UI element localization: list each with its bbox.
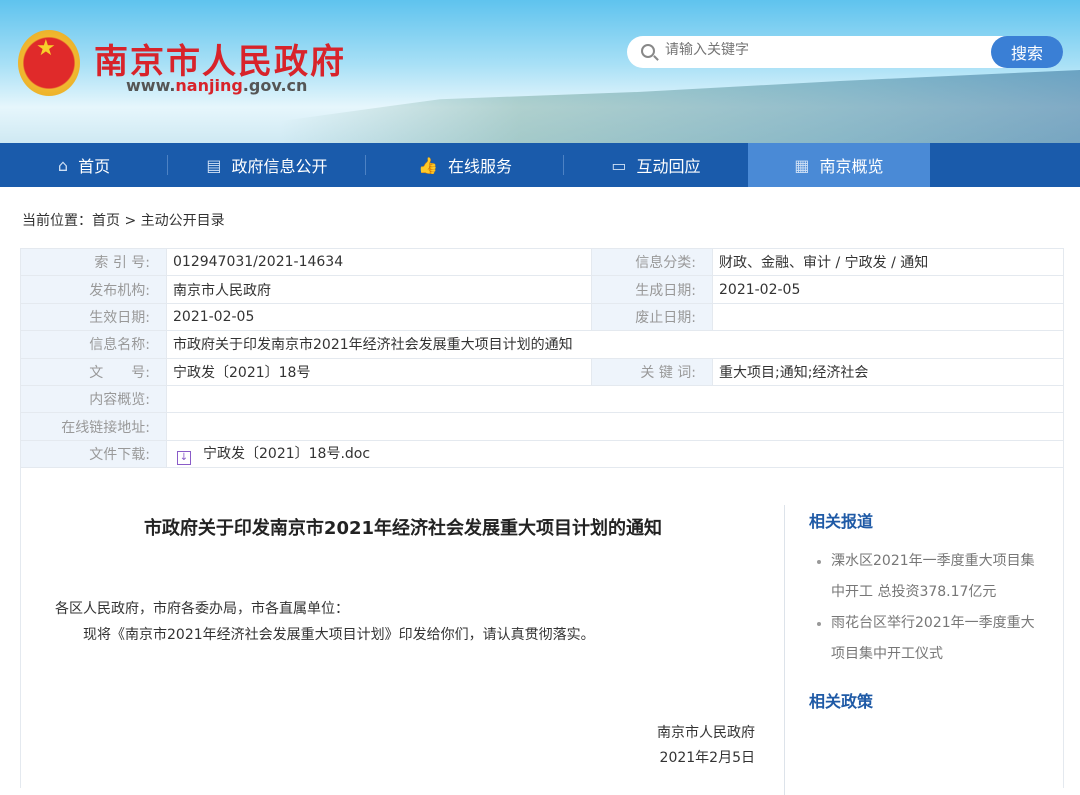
search-icon — [641, 44, 655, 58]
nav-gov-info[interactable]: ▤ 政府信息公开 — [168, 143, 366, 187]
keywords-value: 重大项目;通知;经济社会 — [712, 357, 1064, 386]
document-icon: ▤ — [206, 155, 222, 175]
city-skyline-banner — [280, 70, 1080, 143]
category-value: 财政、金融、审计 / 宁政发 / 通知 — [712, 247, 1064, 277]
search-button[interactable]: 搜索 — [991, 36, 1063, 68]
breadcrumb-current[interactable]: 主动公开目录 — [141, 213, 225, 229]
article-body: 现将《南京市2021年经济社会发展重大项目计划》印发给你们，请认真贯彻落实。 — [83, 627, 595, 643]
nav-label: 在线服务 — [447, 157, 512, 176]
breadcrumb-home[interactable]: 首页 — [92, 213, 120, 229]
index-label: 索 引 号: — [20, 247, 167, 277]
keywords-label: 关 键 词: — [591, 357, 713, 386]
nav-label: 南京概览 — [819, 157, 884, 176]
name-label: 信息名称: — [20, 330, 167, 359]
nav-interaction[interactable]: ▭ 互动回应 — [564, 143, 748, 187]
list-item[interactable]: 雨花台区举行2021年一季度重大项目集中开工仪式 — [809, 608, 1039, 670]
index-value: 012947031/2021-14634 — [166, 247, 592, 277]
article-title: 市政府关于印发南京市2021年经济社会发展重大项目计划的通知 — [143, 518, 663, 539]
table-row: 发布机构: 南京市人民政府 生成日期: 2021-02-05 — [20, 275, 1064, 304]
nav-label: 互动回应 — [636, 157, 701, 176]
metadata-table: 索 引 号: 012947031/2021-14634 信息分类: 财政、金融、审计 … — [20, 247, 1064, 469]
breadcrumb-separator: > — [124, 213, 137, 229]
url-mid: nanjing — [175, 76, 243, 95]
created-label: 生成日期: — [591, 275, 713, 304]
nav-label: 政府信息公开 — [231, 157, 328, 176]
nav-label: 首页 — [78, 157, 111, 176]
docno-value: 宁政发〔2021〕18号 — [166, 357, 592, 386]
national-emblem-logo: ★ — [18, 30, 80, 96]
name-value: 市政府关于印发南京市2021年经济社会发展重大项目计划的通知 — [166, 330, 1064, 359]
site-url: www.nanjing.gov.cn — [126, 76, 307, 95]
breadcrumb: 当前位置：首页 > 主动公开目录 — [22, 210, 225, 230]
nav-nanjing-overview[interactable]: ▦ 南京概览 — [748, 143, 930, 187]
main-nav: ⌂ 首页 ▤ 政府信息公开 👍 在线服务 ▭ 互动回应 ▦ 南京概览 — [0, 143, 1080, 187]
table-row: 生效日期: 2021-02-05 废止日期: — [20, 302, 1064, 332]
expire-value — [712, 302, 1064, 332]
table-row: 文件下载: ↓ 宁政发〔2021〕18号.doc — [20, 439, 1064, 469]
sidebar: 相关报道 溧水区2021年一季度重大项目集中开工 总投资378.17亿元 雨花台… — [809, 508, 1039, 726]
effective-value: 2021-02-05 — [166, 302, 592, 332]
category-label: 信息分类: — [591, 247, 713, 277]
summary-label: 内容概览: — [20, 384, 167, 414]
list-item[interactable]: 溧水区2021年一季度重大项目集中开工 总投资378.17亿元 — [809, 546, 1039, 608]
building-icon: ▦ — [794, 155, 810, 175]
summary-value — [166, 384, 1064, 414]
table-row: 在线链接地址: — [20, 412, 1064, 441]
docno-label: 文 号: — [20, 357, 167, 386]
link-value — [166, 412, 1064, 441]
effective-label: 生效日期: — [20, 302, 167, 332]
nav-home[interactable]: ⌂ 首页 — [0, 143, 168, 187]
publisher-value: 南京市人民政府 — [166, 275, 592, 304]
table-row: 文 号: 宁政发〔2021〕18号关 键 词: 重大项目;通知;经济社会 — [20, 357, 1064, 386]
breadcrumb-prefix: 当前位置： — [22, 213, 92, 229]
nav-online-service[interactable]: 👍 在线服务 — [366, 143, 564, 187]
url-suffix: .gov.cn — [242, 76, 308, 95]
divider — [784, 505, 785, 795]
table-row: 信息名称: 市政府关于印发南京市2021年经济社会发展重大项目计划的通知 — [20, 330, 1064, 359]
home-icon: ⌂ — [57, 155, 69, 175]
sign-date: 2021年2月5日 — [659, 750, 755, 766]
site-header: ★ 南京市人民政府 www.nanjing.gov.cn 搜索 — [0, 0, 1080, 143]
expire-label: 废止日期: — [591, 302, 713, 332]
related-news-title: 相关报道 — [809, 512, 874, 531]
signer: 南京市人民政府 — [657, 725, 755, 741]
download-link[interactable]: 宁政发〔2021〕18号.doc — [203, 446, 370, 462]
thumbs-up-icon: 👍 — [418, 155, 438, 175]
related-news-list: 溧水区2021年一季度重大项目集中开工 总投资378.17亿元 雨花台区举行20… — [809, 546, 1039, 670]
related-policy-title: 相关政策 — [809, 692, 874, 711]
publisher-label: 发布机构: — [20, 275, 167, 304]
download-cell: ↓ 宁政发〔2021〕18号.doc — [166, 439, 1064, 469]
chat-icon: ▭ — [611, 155, 627, 175]
article-greeting: 各区人民政府，市府各委办局，市各直属单位： — [55, 601, 349, 617]
created-value: 2021-02-05 — [712, 275, 1064, 304]
article-signature: 南京市人民政府 2021年2月5日 — [657, 721, 755, 771]
url-prefix: www. — [126, 76, 176, 95]
search-bar: 搜索 — [627, 36, 1063, 68]
download-label: 文件下载: — [20, 439, 167, 469]
article-area: 市政府关于印发南京市2021年经济社会发展重大项目计划的通知 各区人民政府，市府… — [20, 468, 1064, 795]
table-row: 内容概览: — [20, 384, 1064, 414]
link-label: 在线链接地址: — [20, 412, 167, 441]
download-icon: ↓ — [177, 450, 191, 465]
table-row: 索 引 号: 012947031/2021-14634 信息分类: 财政、金融、审计 … — [20, 247, 1064, 277]
search-input[interactable] — [665, 42, 985, 58]
